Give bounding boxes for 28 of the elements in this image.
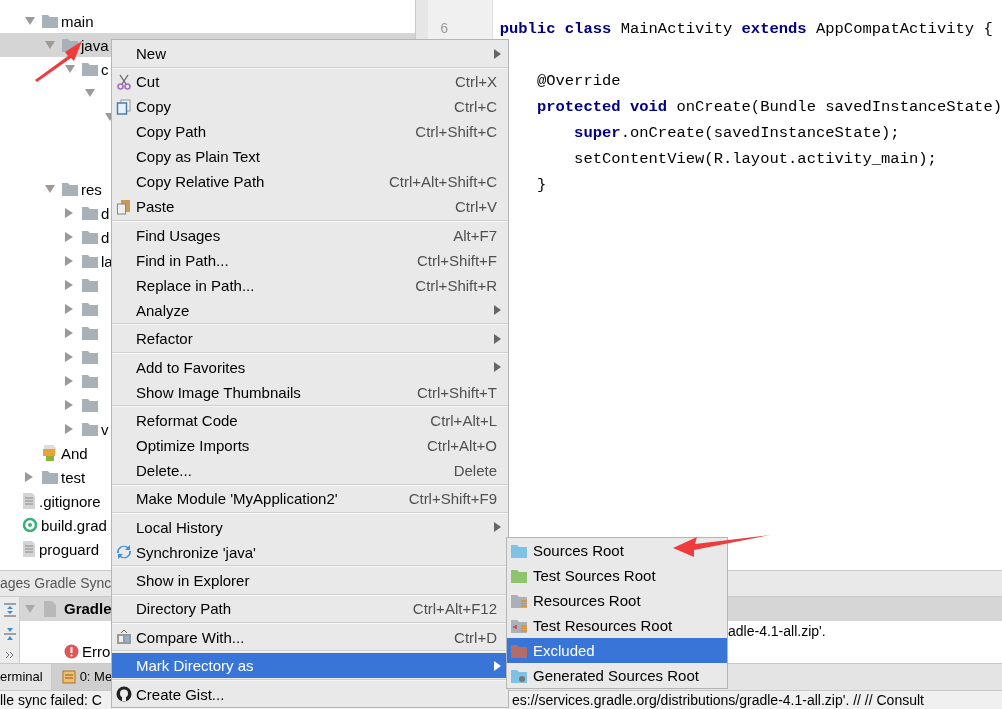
- code-line: public class MainActivity extends AppCompatActivity {: [499, 20, 993, 38]
- message-text: adle-4.1-all.zip'.: [728, 622, 826, 639]
- shortcut-text: Ctrl+Shift+F: [416, 251, 498, 269]
- code-line: }: [535, 176, 547, 194]
- shortcut-text: Ctrl+Shift+T: [416, 383, 498, 401]
- code-line: @Override: [535, 72, 621, 90]
- error-message: Erro: [82, 643, 111, 661]
- shortcut-text: Ctrl+C: [454, 98, 498, 116]
- shortcut-text: Ctrl+V: [454, 198, 498, 216]
- status-text: lle sync failed: C: [0, 691, 102, 709]
- shortcut-text: Ctrl+Alt+O: [426, 436, 498, 454]
- line-number: 6: [440, 21, 449, 37]
- shortcut-text: Ctrl+Shift+R: [415, 276, 498, 294]
- code-line: protected void onCreate(Bundle savedInstanceState): [535, 98, 1002, 116]
- shortcut-text: Ctrl+D: [454, 628, 498, 646]
- code-line: setContentView(R.layout.activity_main);: [573, 150, 937, 168]
- shortcut-text: Ctrl+Alt+L: [430, 411, 498, 429]
- shortcut-text: Alt+F7: [453, 226, 498, 244]
- code-line: super.onCreate(savedInstanceState);: [573, 124, 900, 142]
- shortcut-text: Delete: [453, 461, 498, 479]
- shortcut-text: Ctrl+Shift+C: [415, 123, 498, 141]
- shortcut-text: Ctrl+Alt+Shift+C: [389, 173, 498, 191]
- shortcut-text: Ctrl+Alt+F12: [412, 600, 498, 618]
- status-text: es://services.gradle.org/distributions/gradle-4.1-all.zip'. // // Consult: [512, 691, 924, 709]
- tool-window-title: ages Gradle Sync: [0, 575, 112, 592]
- gradle-node-label: Gradle: [64, 600, 112, 618]
- shortcut-text: Ctrl+Shift+F9: [408, 490, 498, 508]
- shortcut-text: Ctrl+X: [454, 73, 498, 91]
